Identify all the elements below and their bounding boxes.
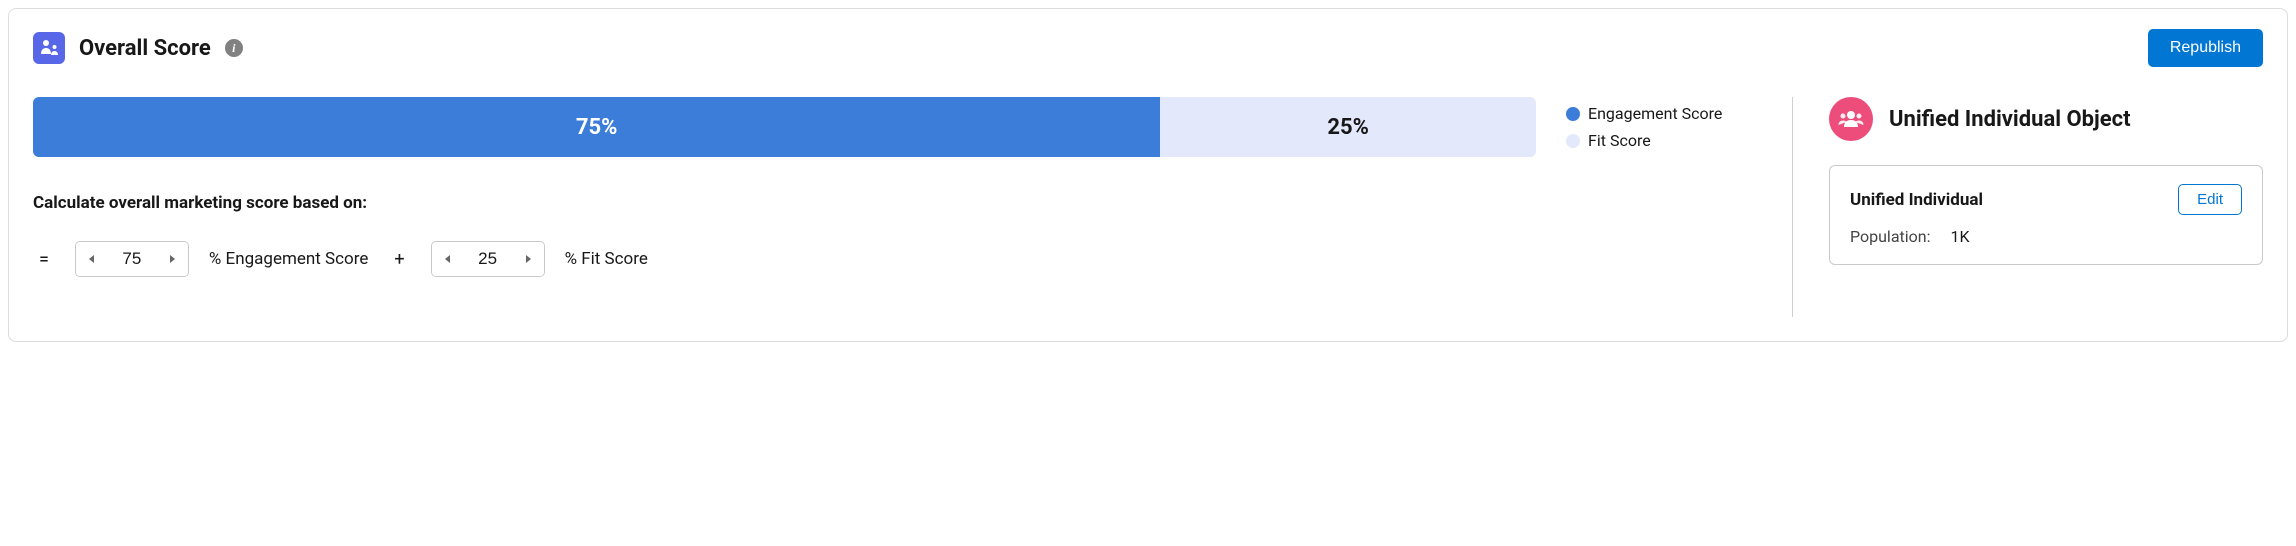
population-row: Population: 1K <box>1850 227 2242 246</box>
fit-stepper[interactable] <box>431 241 545 277</box>
header-left: Overall Score i <box>33 32 243 64</box>
engagement-bar-label: 75% <box>576 115 618 140</box>
unified-card-header: Unified Individual Edit <box>1850 184 2242 215</box>
score-row: 75% 25% Engagement Score Fit Score <box>33 97 1746 157</box>
info-icon[interactable]: i <box>225 39 243 57</box>
people-group-icon <box>1829 97 1873 141</box>
fit-formula-text: % Fit Score <box>565 249 648 269</box>
card-body: 75% 25% Engagement Score Fit Score <box>33 97 2263 317</box>
fit-value-input[interactable] <box>462 249 514 269</box>
formula-row: = % Engagement Score + <box>33 241 1746 277</box>
stepper-decrement-icon[interactable] <box>76 242 106 276</box>
engagement-value-input[interactable] <box>106 249 158 269</box>
republish-button[interactable]: Republish <box>2148 29 2263 67</box>
formula-label: Calculate overall marketing score based … <box>33 193 1746 213</box>
fit-bar-label: 25% <box>1327 115 1369 140</box>
equals-sign: = <box>33 249 55 270</box>
fit-dot-icon <box>1566 134 1580 148</box>
plus-sign: + <box>388 249 410 270</box>
edit-button[interactable]: Edit <box>2178 184 2242 215</box>
right-section: Unified Individual Object Unified Indivi… <box>1823 97 2263 317</box>
unified-card-title: Unified Individual <box>1850 190 1983 210</box>
unified-panel-title: Unified Individual Object <box>1889 107 2131 132</box>
fit-bar-segment: 25% <box>1160 97 1536 157</box>
section-divider <box>1792 97 1793 317</box>
population-label: Population: <box>1850 227 1930 246</box>
engagement-formula-text: % Engagement Score <box>209 249 368 269</box>
overall-score-card: Overall Score i Republish 75% 25% <box>8 8 2288 342</box>
stepper-decrement-icon[interactable] <box>432 242 462 276</box>
stepper-increment-icon[interactable] <box>514 242 544 276</box>
unified-header: Unified Individual Object <box>1829 97 2263 141</box>
legend-fit-label: Fit Score <box>1588 131 1651 150</box>
unified-individual-card: Unified Individual Edit Population: 1K <box>1829 165 2263 265</box>
overall-score-icon <box>33 32 65 64</box>
legend: Engagement Score Fit Score <box>1566 104 1746 150</box>
page-title: Overall Score <box>79 36 211 61</box>
left-section: 75% 25% Engagement Score Fit Score <box>33 97 1762 317</box>
legend-item-fit: Fit Score <box>1566 131 1746 150</box>
legend-engagement-label: Engagement Score <box>1588 104 1722 123</box>
population-value: 1K <box>1950 227 1969 246</box>
engagement-stepper[interactable] <box>75 241 189 277</box>
engagement-bar-segment: 75% <box>33 97 1160 157</box>
stepper-increment-icon[interactable] <box>158 242 188 276</box>
card-header: Overall Score i Republish <box>33 29 2263 67</box>
engagement-dot-icon <box>1566 107 1580 121</box>
score-bar: 75% 25% <box>33 97 1536 157</box>
legend-item-engagement: Engagement Score <box>1566 104 1746 123</box>
